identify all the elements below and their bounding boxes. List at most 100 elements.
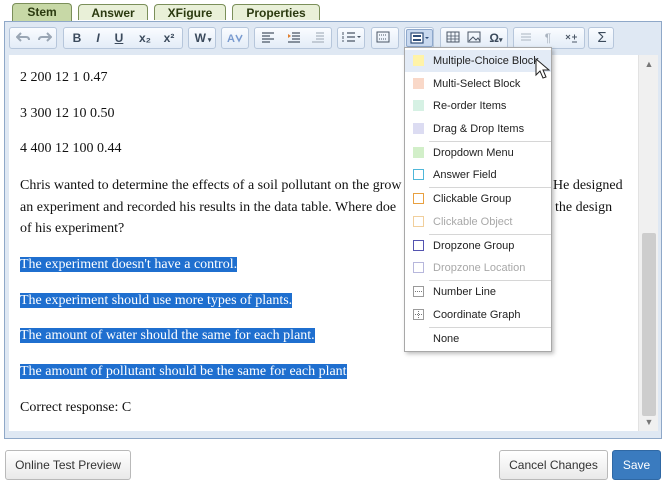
question-line-3: of his experiment? xyxy=(20,221,125,236)
menu-item-label: Multi-Select Block xyxy=(433,78,521,90)
block-group xyxy=(371,27,399,49)
answer-field-swatch-icon xyxy=(413,169,424,180)
data-line-1: 2 200 12 1 0.47 xyxy=(20,70,108,85)
scroll-down-icon[interactable]: ▼ xyxy=(644,417,654,427)
dropzone-group-swatch-icon xyxy=(413,240,424,251)
undo-icon[interactable] xyxy=(13,29,33,47)
menu-item-dropdown[interactable]: Dropdown Menu xyxy=(405,142,551,164)
option-a-text: The experiment doesn't have a control. xyxy=(20,257,238,272)
option-b-text: The experiment should use more types of … xyxy=(20,293,293,308)
paragraph-format-icon[interactable] xyxy=(516,29,536,47)
menu-item-label: Clickable Group xyxy=(433,193,512,205)
option-c: The amount of water should the same for … xyxy=(20,328,315,344)
menu-item-coordinate-graph[interactable]: Coordinate Graph xyxy=(405,304,551,326)
subscript-button[interactable]: x₂ xyxy=(134,29,156,47)
menu-item-reorder[interactable]: Re-order Items xyxy=(405,95,551,117)
italic-button[interactable]: I xyxy=(89,29,107,47)
option-c-text: The amount of water should the same for … xyxy=(20,328,315,343)
menu-item-multiple-choice[interactable]: Multiple-Choice Block xyxy=(405,50,551,72)
menu-item-label: Dropzone Group xyxy=(433,240,515,252)
menu-item-answer-field[interactable]: Answer Field xyxy=(405,164,551,186)
dropzone-location-swatch-icon xyxy=(413,262,424,273)
sigma-group: Σ xyxy=(588,27,614,49)
misc-group: ¶ xyxy=(513,27,585,49)
reorder-swatch-icon xyxy=(413,100,424,111)
question-line-2-end: the design xyxy=(555,200,613,215)
menu-item-label: Coordinate Graph xyxy=(433,309,521,321)
list-group xyxy=(337,27,365,49)
sigma-icon[interactable]: Σ xyxy=(590,29,614,47)
equation-icon[interactable] xyxy=(560,29,582,47)
tab-answer[interactable]: Answer xyxy=(78,4,148,20)
bold-button[interactable]: B xyxy=(67,29,87,47)
interaction-insert-button[interactable] xyxy=(406,29,433,47)
online-test-preview-button[interactable]: Online Test Preview xyxy=(5,450,131,480)
interaction-group xyxy=(404,27,434,49)
svg-text:A: A xyxy=(227,33,235,45)
word-format-button[interactable]: W ▾ xyxy=(190,29,216,47)
tab-bar: Stem Answer XFigure Properties xyxy=(0,0,666,22)
menu-item-label: Multiple-Choice Block xyxy=(433,55,539,67)
format-group: B I U x₂ x² xyxy=(63,27,183,49)
menu-item-label: Number Line xyxy=(433,286,496,298)
multiple-choice-swatch-icon xyxy=(413,55,424,66)
drag-drop-swatch-icon xyxy=(413,123,424,134)
option-d-text: The amount of pollutant should be the sa… xyxy=(20,364,347,379)
underline-button[interactable]: U xyxy=(109,29,129,47)
menu-item-label: Dropzone Location xyxy=(433,262,526,274)
correct-response: Correct response: C xyxy=(20,400,132,415)
image-icon[interactable] xyxy=(464,29,484,47)
table-icon[interactable] xyxy=(443,29,463,47)
menu-item-clickable-object: Clickable Object xyxy=(405,211,551,233)
outdent-icon[interactable] xyxy=(283,29,305,47)
numbered-list-icon[interactable] xyxy=(339,29,365,47)
redo-icon[interactable] xyxy=(35,29,55,47)
block-icon[interactable] xyxy=(373,29,399,47)
editor-toolbar: B I U x₂ x² W ▾ A Ω▾ ¶ Σ xyxy=(5,24,659,52)
menu-item-label: None xyxy=(433,333,460,345)
special-char-button[interactable]: Ω▾ xyxy=(485,29,507,47)
indent-icon[interactable] xyxy=(307,29,329,47)
word-label: W xyxy=(194,31,206,45)
data-line-3: 4 400 12 100 0.44 xyxy=(20,141,122,156)
scroll-up-icon[interactable]: ▲ xyxy=(644,59,654,69)
number-line-icon xyxy=(413,286,424,297)
clickable-group-swatch-icon xyxy=(413,193,424,204)
word-group: W ▾ xyxy=(188,27,216,49)
data-line-2: 3 300 12 10 0.50 xyxy=(20,106,115,121)
menu-item-multi-select[interactable]: Multi-Select Block xyxy=(405,73,551,95)
question-line-2: an experiment and recorded his results i… xyxy=(20,200,397,215)
menu-item-label: Drag & Drop Items xyxy=(433,123,525,135)
coordinate-graph-icon xyxy=(413,309,424,320)
multi-select-swatch-icon xyxy=(413,78,424,89)
menu-item-none[interactable]: None xyxy=(405,328,551,350)
align-left-icon[interactable] xyxy=(257,29,279,47)
omega-icon: Ω xyxy=(489,31,500,45)
insert-group: Ω▾ xyxy=(440,27,508,49)
menu-item-drag-drop[interactable]: Drag & Drop Items xyxy=(405,118,551,140)
vertical-scrollbar[interactable]: ▲ ▼ xyxy=(638,55,658,431)
interaction-menu: Multiple-Choice Block Multi-Select Block… xyxy=(404,47,552,352)
menu-item-label: Re-order Items xyxy=(433,100,507,112)
menu-item-label: Dropdown Menu xyxy=(433,147,514,159)
option-d: The amount of pollutant should be the sa… xyxy=(20,364,347,380)
tab-properties[interactable]: Properties xyxy=(232,4,320,20)
history-group xyxy=(9,27,57,49)
question-line-1: Chris wanted to determine the effects of… xyxy=(20,178,402,193)
styles-icon[interactable]: A xyxy=(223,29,249,47)
scroll-thumb[interactable] xyxy=(642,233,656,416)
question-line-1-end: He designed xyxy=(553,178,623,193)
pilcrow-icon[interactable]: ¶ xyxy=(538,29,558,47)
menu-item-number-line[interactable]: Number Line xyxy=(405,281,551,303)
menu-item-dropzone-location: Dropzone Location xyxy=(405,257,551,279)
menu-item-clickable-group[interactable]: Clickable Group xyxy=(405,188,551,210)
menu-item-label: Answer Field xyxy=(433,169,497,181)
option-a: The experiment doesn't have a control. xyxy=(20,257,238,273)
tab-xfigure[interactable]: XFigure xyxy=(154,4,226,20)
tab-stem[interactable]: Stem xyxy=(12,3,72,21)
cancel-changes-button[interactable]: Cancel Changes xyxy=(499,450,608,480)
save-button[interactable]: Save xyxy=(612,450,661,480)
menu-item-label: Clickable Object xyxy=(433,216,513,228)
menu-item-dropzone-group[interactable]: Dropzone Group xyxy=(405,235,551,257)
superscript-button[interactable]: x² xyxy=(158,29,180,47)
